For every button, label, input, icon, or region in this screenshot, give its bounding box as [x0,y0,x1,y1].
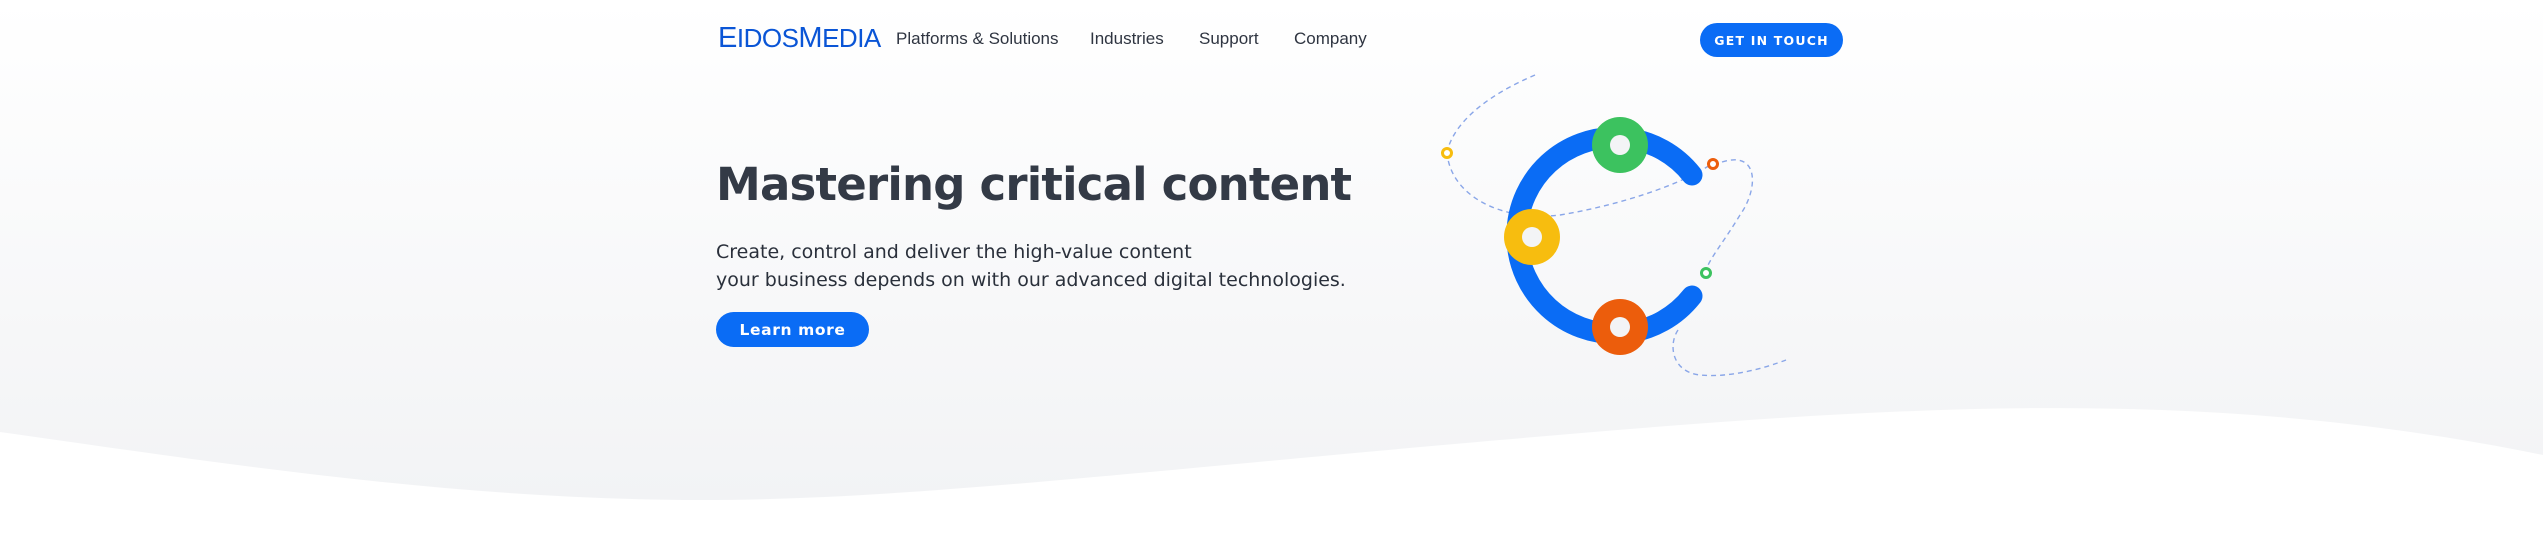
nav-item-platforms-solutions[interactable]: Platforms & Solutions [896,27,1059,51]
small-orange-dot [1707,158,1719,170]
hero-subtitle: Create, control and deliver the high-val… [716,238,1346,294]
content-cycle-icon [1441,74,1787,377]
small-yellow-dot [1441,147,1453,159]
nav-item-industries[interactable]: Industries [1090,27,1164,51]
hero-subtitle-line-2: your business depends on with our advanc… [716,269,1346,291]
site-header: EIDOSMEDIA Platforms & Solutions Industr… [0,0,2543,80]
hero-subtitle-line-1: Create, control and deliver the high-val… [716,241,1192,263]
learn-more-button[interactable]: Learn more [716,312,869,347]
eidosmedia-logo[interactable]: EIDOSMEDIA [718,22,881,54]
nav-item-support[interactable]: Support [1199,27,1259,51]
small-green-dot [1700,267,1712,279]
nav-item-company[interactable]: Company [1294,27,1367,51]
get-in-touch-button[interactable]: GET IN TOUCH [1700,23,1843,57]
hero-title: Mastering critical content [716,158,1352,211]
